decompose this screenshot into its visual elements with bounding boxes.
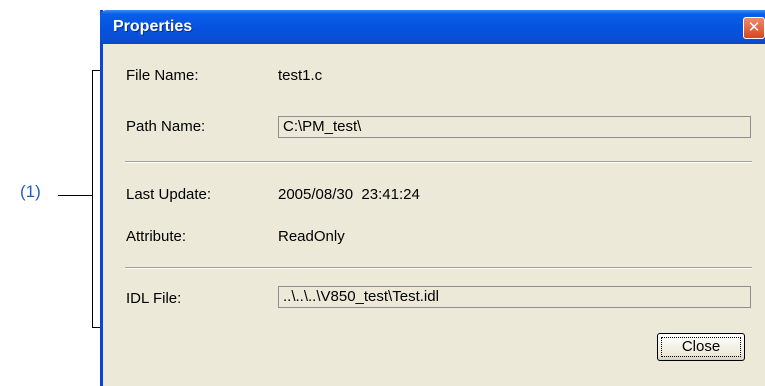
attribute-label: Attribute: bbox=[126, 228, 187, 245]
callout-label: (1) bbox=[20, 182, 41, 201]
dialog-title: Properties bbox=[113, 18, 193, 35]
last-update-label: Last Update: bbox=[126, 186, 212, 203]
callout-line bbox=[58, 195, 92, 196]
idl-file-field[interactable]: ..\..\..\V850_test\Test.idl bbox=[278, 286, 751, 308]
attribute-value: ReadOnly bbox=[278, 228, 345, 245]
separator-bottom bbox=[125, 267, 752, 269]
last-update-value: 2005/08/30 23:41:24 bbox=[278, 186, 420, 203]
separator-top bbox=[125, 161, 752, 163]
idl-file-label: IDL File: bbox=[126, 290, 182, 307]
title-bar[interactable]: Properties ✕ bbox=[100, 10, 765, 44]
file-name-value: test1.c bbox=[278, 67, 323, 84]
path-name-label: Path Name: bbox=[126, 118, 206, 135]
path-name-field[interactable]: C:\PM_test\ bbox=[278, 116, 751, 138]
properties-dialog: Properties ✕ File Name: test1.c Path Nam… bbox=[100, 10, 765, 386]
close-icon[interactable]: ✕ bbox=[743, 17, 765, 39]
file-name-label: File Name: bbox=[126, 67, 199, 84]
close-button[interactable]: Close bbox=[657, 333, 745, 361]
